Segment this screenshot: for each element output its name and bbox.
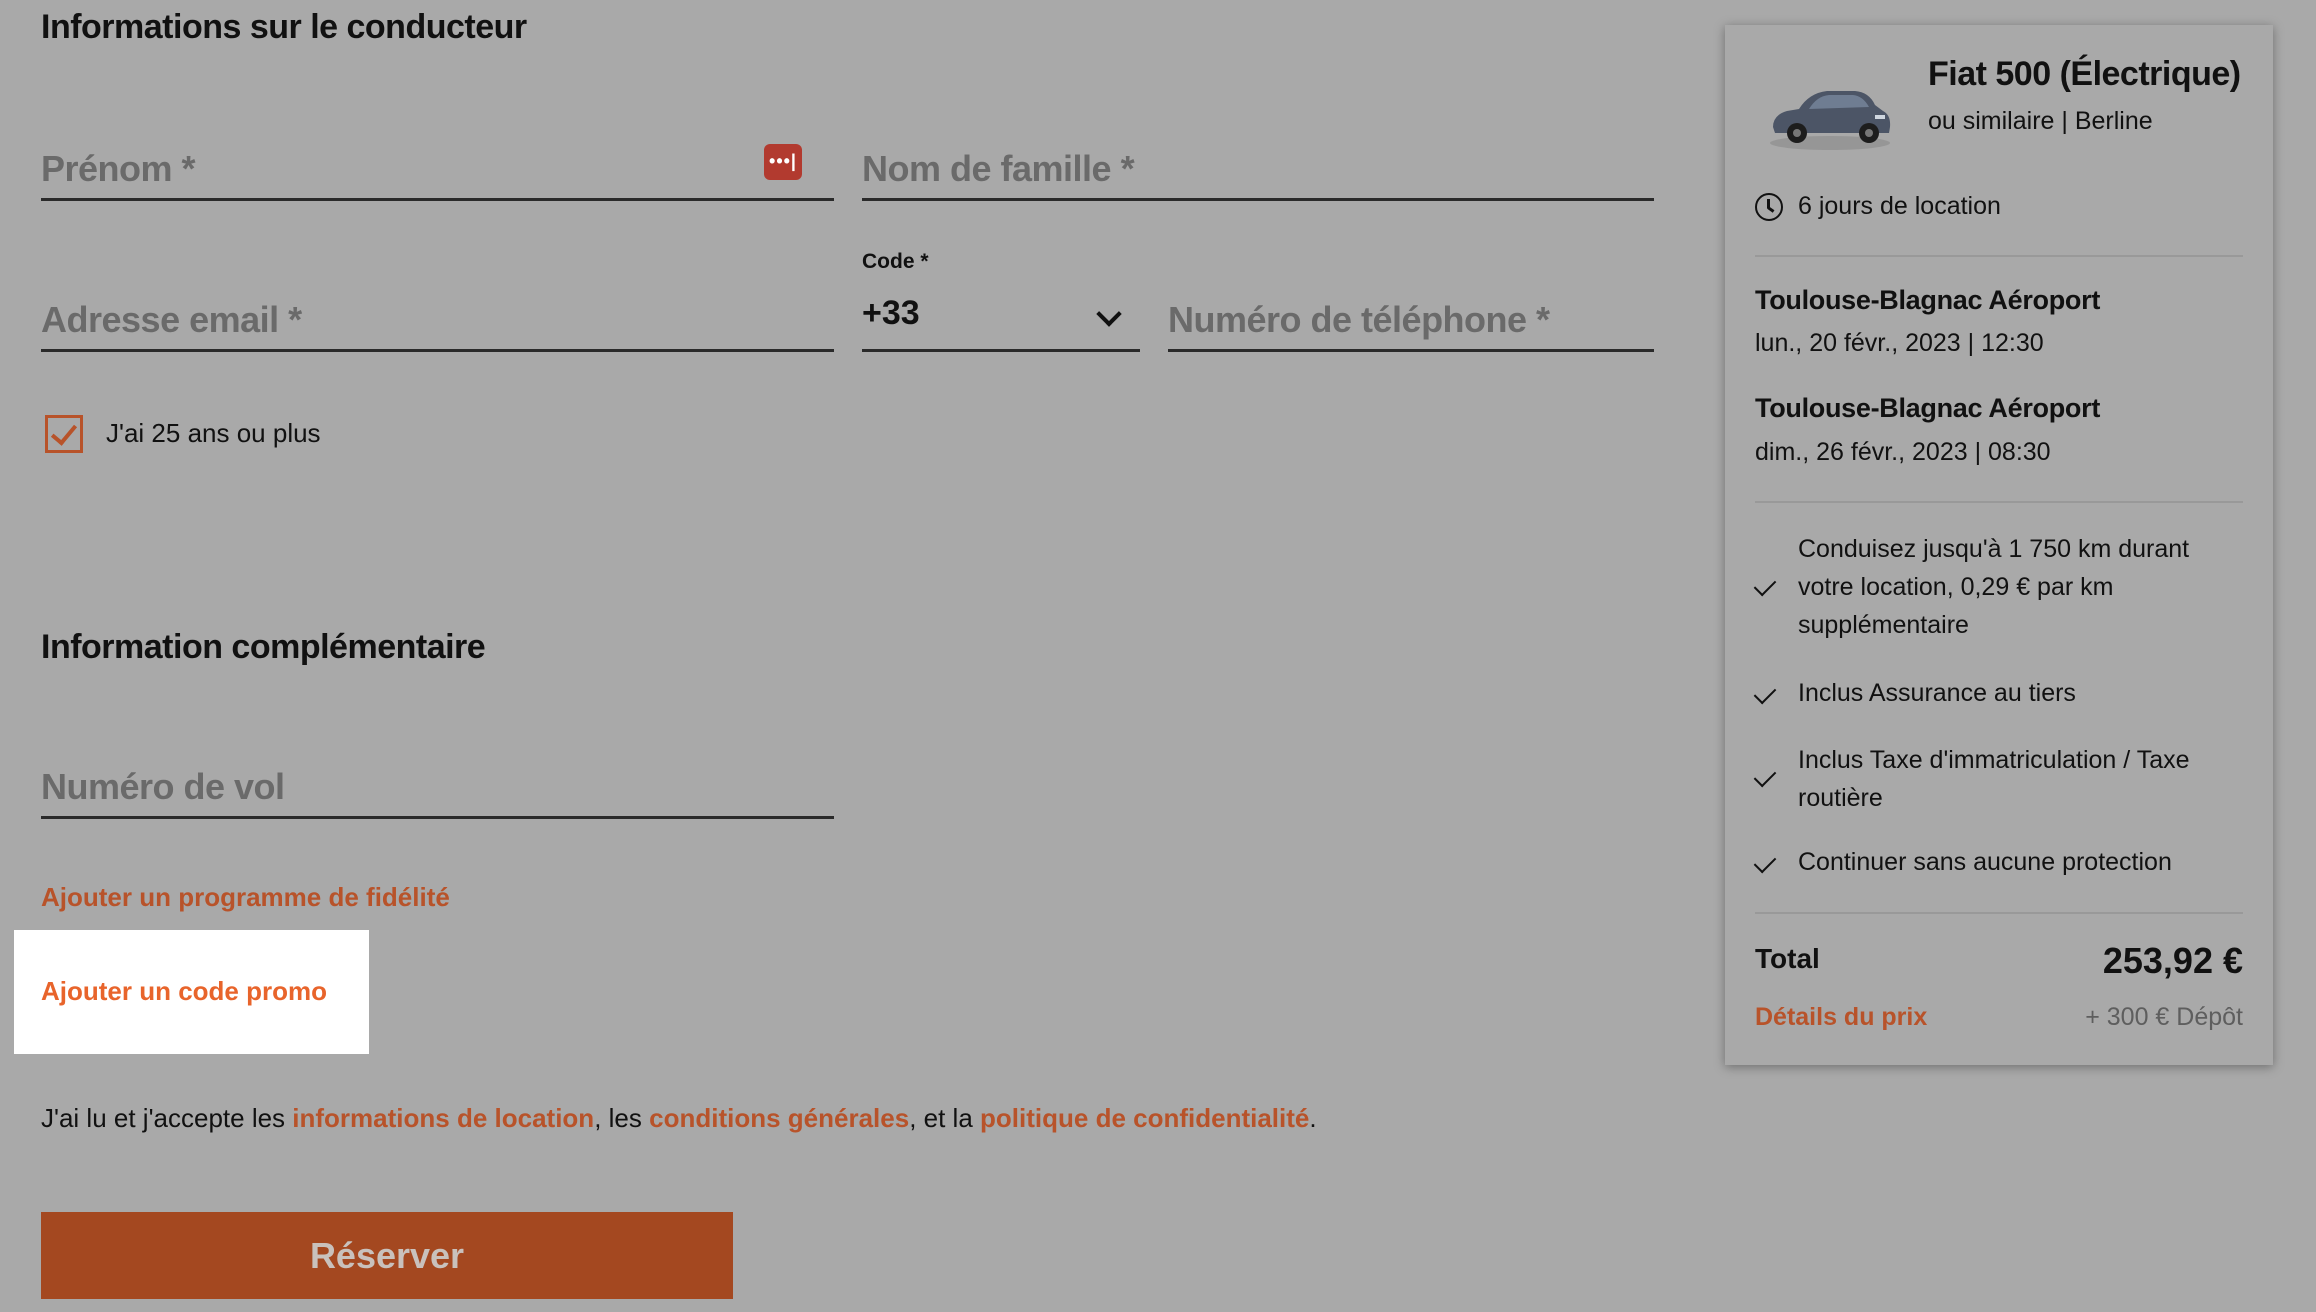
check-icon xyxy=(1753,850,1777,874)
price-details-link[interactable]: Détails du prix xyxy=(1755,1003,1927,1032)
terms-text: J'ai lu et j'accepte les informations de… xyxy=(41,1103,1317,1134)
promo-code-link[interactable]: Ajouter un code promo xyxy=(41,976,327,1007)
country-code-label: Code * xyxy=(862,250,929,273)
last-name-placeholder: Nom de famille * xyxy=(862,148,1135,189)
check-icon xyxy=(1753,573,1777,597)
terms-prefix: J'ai lu et j'accepte les xyxy=(41,1103,293,1133)
first-name-placeholder: Prénom * xyxy=(41,148,196,189)
check-icon xyxy=(1753,681,1777,705)
feature-protection: Continuer sans aucune protection xyxy=(1798,848,2172,876)
general-conditions-link[interactable]: conditions générales xyxy=(649,1103,909,1133)
flight-number-placeholder: Numéro de vol xyxy=(41,766,285,807)
feature-insurance: Inclus Assurance au tiers xyxy=(1798,679,2076,707)
feature-mileage: Conduisez jusqu'à 1 750 km durant votre … xyxy=(1798,535,2190,639)
pickup-location: Toulouse-Blagnac Aéroport xyxy=(1755,285,2101,315)
car-image xyxy=(1770,91,1891,150)
rental-info-link[interactable]: informations de location xyxy=(292,1103,594,1133)
last-name-field[interactable]: Nom de famille * xyxy=(862,128,1654,201)
phone-placeholder: Numéro de téléphone * xyxy=(1168,299,1550,340)
divider xyxy=(1755,501,2243,503)
privacy-policy-link[interactable]: politique de confidentialité xyxy=(980,1103,1309,1133)
email-field[interactable]: Adresse email * xyxy=(41,279,834,352)
total-value: 253,92 € xyxy=(2102,940,2243,981)
age-checkbox[interactable] xyxy=(45,415,83,453)
driver-section-title: Informations sur le conducteur xyxy=(41,8,527,46)
flight-number-field[interactable]: Numéro de vol xyxy=(41,746,834,819)
total-label: Total xyxy=(1755,943,1820,974)
chevron-down-icon xyxy=(1096,301,1122,327)
age-checkbox-label: J'ai 25 ans ou plus xyxy=(106,418,321,448)
reserve-button[interactable]: Réserver xyxy=(41,1212,733,1299)
rental-duration: 6 jours de location xyxy=(1798,192,2001,220)
country-code-value: +33 xyxy=(862,294,920,332)
dropoff-location: Toulouse-Blagnac Aéroport xyxy=(1755,393,2101,423)
feature-tax: Inclus Taxe d'immatriculation / Taxe rou… xyxy=(1798,746,2190,812)
country-code-select[interactable]: +33 xyxy=(862,279,1140,352)
terms-sep1: , les xyxy=(594,1103,650,1133)
phone-field[interactable]: Numéro de téléphone * xyxy=(1168,279,1654,352)
clock-icon xyxy=(1755,193,1783,221)
password-manager-icon[interactable]: •••| xyxy=(764,144,802,180)
pickup-date: lun., 20 févr., 2023 | 12:30 xyxy=(1755,329,2044,357)
dropoff-date: dim., 26 févr., 2023 | 08:30 xyxy=(1755,438,2051,466)
booking-summary-card: Fiat 500 (Électrique) ou similaire | Ber… xyxy=(1725,25,2273,1065)
loyalty-program-link[interactable]: Ajouter un programme de fidélité xyxy=(41,882,450,913)
first-name-field[interactable]: Prénom * •••| xyxy=(41,128,834,201)
deposit-amount: + 300 € Dépôt xyxy=(2085,1003,2243,1031)
car-category: ou similaire | Berline xyxy=(1928,107,2153,135)
extra-section-title: Information complémentaire xyxy=(41,628,486,666)
email-placeholder: Adresse email * xyxy=(41,299,302,340)
divider xyxy=(1755,255,2243,257)
car-title: Fiat 500 (Électrique) xyxy=(1928,55,2241,93)
terms-suffix: . xyxy=(1309,1103,1317,1133)
terms-sep2: , et la xyxy=(909,1103,981,1133)
divider xyxy=(1755,912,2243,914)
check-icon xyxy=(1753,764,1777,788)
promo-code-box[interactable]: Ajouter un code promo xyxy=(14,930,369,1054)
